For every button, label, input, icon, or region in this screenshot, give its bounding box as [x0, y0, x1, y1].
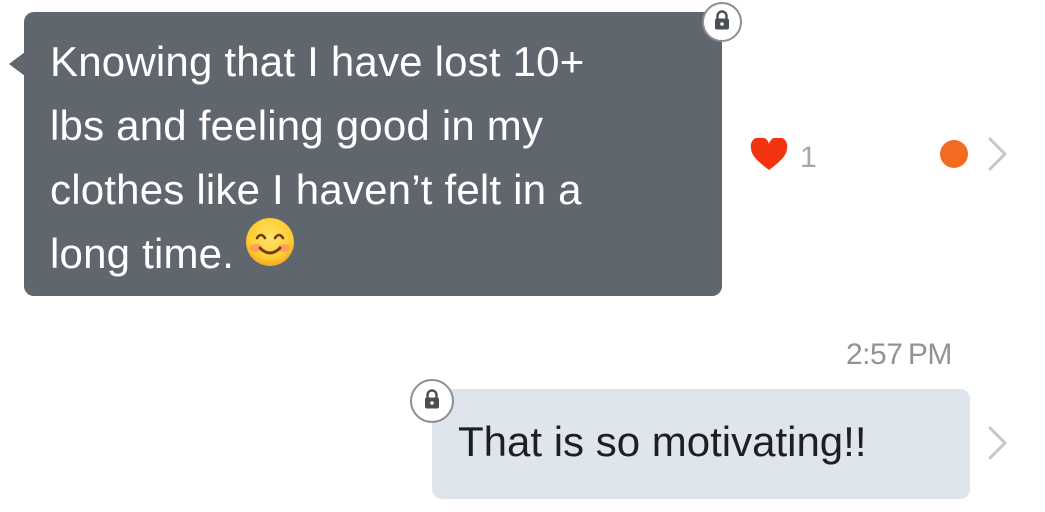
incoming-message-line-last: long time.: [50, 218, 700, 292]
heart-icon: [750, 136, 788, 177]
lock-icon: [423, 388, 441, 414]
incoming-message-text: Knowing that I have lost 10+ lbs and fee…: [50, 30, 700, 292]
message-timestamp: 2:57 PM: [846, 338, 952, 371]
chevron-right-icon[interactable]: [987, 425, 1009, 461]
incoming-message-line: clothes like I haven’t felt in a: [50, 166, 582, 213]
reaction-count: 1: [800, 140, 817, 174]
lock-icon: [713, 9, 731, 35]
outgoing-message-text: That is so motivating!!: [458, 418, 867, 465]
incoming-lock-badge: [702, 2, 742, 42]
incoming-bubble-tail: [9, 52, 25, 76]
incoming-message-line: lbs and feeling good in my: [50, 102, 544, 149]
heart-reaction[interactable]: 1: [750, 136, 817, 177]
chat-thread: Knowing that I have lost 10+ lbs and fee…: [0, 0, 1045, 512]
incoming-message-line: Knowing that I have lost 10+: [50, 38, 585, 85]
unread-indicator-dot: [940, 140, 968, 168]
chevron-right-icon[interactable]: [987, 136, 1009, 172]
incoming-message-line: long time.: [50, 230, 235, 278]
outgoing-lock-badge: [410, 379, 454, 423]
smiling-face-emoji-icon: [244, 216, 296, 286]
